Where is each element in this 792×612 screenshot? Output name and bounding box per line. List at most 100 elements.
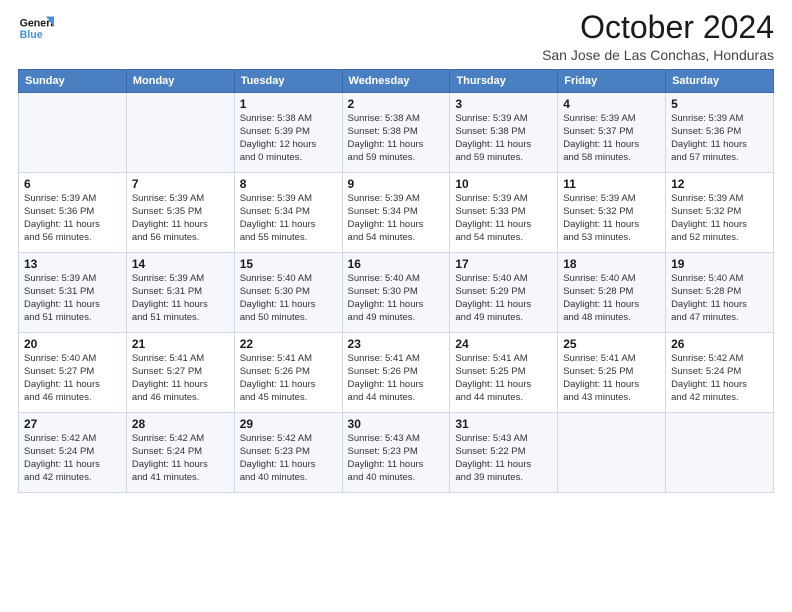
calendar-cell: 30 Sunrise: 5:43 AM Sunset: 5:23 PM Dayli… — [342, 413, 450, 493]
calendar-cell: 19 Sunrise: 5:40 AM Sunset: 5:28 PM Dayli… — [666, 253, 774, 333]
logo-icon: General Blue — [18, 10, 54, 46]
calendar-cell: 23Sunrise: 5:41 AM Sunset: 5:26 PM Dayli… — [342, 333, 450, 413]
title-block: October 2024 San Jose de Las Conchas, Ho… — [542, 10, 774, 63]
day-number: 11 — [563, 177, 660, 191]
day-number: 1 — [240, 97, 337, 111]
day-info: Sunrise: 5:40 AM Sunset: 5:28 PM Dayligh… — [563, 273, 660, 324]
calendar-cell: 20Sunrise: 5:40 AM Sunset: 5:27 PM Dayli… — [19, 333, 127, 413]
day-info: Sunrise: 5:39 AM Sunset: 5:38 PM Dayligh… — [455, 113, 552, 164]
day-number: 27 — [24, 417, 121, 431]
calendar-cell: 14Sunrise: 5:39 AM Sunset: 5:31 PM Dayli… — [126, 253, 234, 333]
calendar-cell: 4 Sunrise: 5:39 AM Sunset: 5:37 PM Daylig… — [558, 93, 666, 173]
day-info: Sunrise: 5:41 AM Sunset: 5:26 PM Dayligh… — [240, 353, 337, 404]
col-header-thursday: Thursday — [450, 70, 558, 93]
col-header-monday: Monday — [126, 70, 234, 93]
calendar-cell: 8 Sunrise: 5:39 AM Sunset: 5:34 PM Daylig… — [234, 173, 342, 253]
calendar-cell: 5Sunrise: 5:39 AM Sunset: 5:36 PM Daylig… — [666, 93, 774, 173]
day-info: Sunrise: 5:39 AM Sunset: 5:33 PM Dayligh… — [455, 193, 552, 244]
calendar-cell: 3Sunrise: 5:39 AM Sunset: 5:38 PM Daylig… — [450, 93, 558, 173]
day-info: Sunrise: 5:41 AM Sunset: 5:26 PM Dayligh… — [348, 353, 445, 404]
day-number: 10 — [455, 177, 552, 191]
svg-text:Blue: Blue — [20, 29, 43, 41]
calendar-cell: 18 Sunrise: 5:40 AM Sunset: 5:28 PM Dayli… — [558, 253, 666, 333]
day-number: 15 — [240, 257, 337, 271]
day-number: 30 — [348, 417, 445, 431]
day-info: Sunrise: 5:39 AM Sunset: 5:32 PM Dayligh… — [671, 193, 768, 244]
day-info: Sunrise: 5:39 AM Sunset: 5:32 PM Dayligh… — [563, 193, 660, 244]
day-number: 18 — [563, 257, 660, 271]
calendar-cell: 24 Sunrise: 5:41 AM Sunset: 5:25 PM Dayli… — [450, 333, 558, 413]
calendar-cell: 12 Sunrise: 5:39 AM Sunset: 5:32 PM Dayli… — [666, 173, 774, 253]
day-number: 13 — [24, 257, 121, 271]
day-info: Sunrise: 5:40 AM Sunset: 5:30 PM Dayligh… — [348, 273, 445, 324]
calendar-cell: 31 Sunrise: 5:43 AM Sunset: 5:22 PM Dayli… — [450, 413, 558, 493]
header: General Blue October 2024 San Jose de La… — [18, 10, 774, 63]
day-number: 4 — [563, 97, 660, 111]
day-number: 12 — [671, 177, 768, 191]
col-header-tuesday: Tuesday — [234, 70, 342, 93]
day-number: 7 — [132, 177, 229, 191]
calendar-cell: 21 Sunrise: 5:41 AM Sunset: 5:27 PM Dayli… — [126, 333, 234, 413]
day-info: Sunrise: 5:42 AM Sunset: 5:23 PM Dayligh… — [240, 433, 337, 484]
calendar-cell: 28Sunrise: 5:42 AM Sunset: 5:24 PM Dayli… — [126, 413, 234, 493]
day-info: Sunrise: 5:38 AM Sunset: 5:38 PM Dayligh… — [348, 113, 445, 164]
week-row-2: 13 Sunrise: 5:39 AM Sunset: 5:31 PM Dayli… — [19, 253, 774, 333]
calendar-cell: 29 Sunrise: 5:42 AM Sunset: 5:23 PM Dayli… — [234, 413, 342, 493]
week-row-0: 1 Sunrise: 5:38 AM Sunset: 5:39 PM Daylig… — [19, 93, 774, 173]
day-number: 19 — [671, 257, 768, 271]
day-info: Sunrise: 5:41 AM Sunset: 5:27 PM Dayligh… — [132, 353, 229, 404]
day-number: 24 — [455, 337, 552, 351]
calendar-cell — [19, 93, 127, 173]
day-info: Sunrise: 5:42 AM Sunset: 5:24 PM Dayligh… — [24, 433, 121, 484]
day-info: Sunrise: 5:39 AM Sunset: 5:36 PM Dayligh… — [671, 113, 768, 164]
calendar-cell: 15 Sunrise: 5:40 AM Sunset: 5:30 PM Dayli… — [234, 253, 342, 333]
month-title: October 2024 — [542, 10, 774, 45]
day-info: Sunrise: 5:41 AM Sunset: 5:25 PM Dayligh… — [455, 353, 552, 404]
calendar-cell: 25Sunrise: 5:41 AM Sunset: 5:25 PM Dayli… — [558, 333, 666, 413]
day-info: Sunrise: 5:40 AM Sunset: 5:28 PM Dayligh… — [671, 273, 768, 324]
day-number: 16 — [348, 257, 445, 271]
calendar-cell: 7Sunrise: 5:39 AM Sunset: 5:35 PM Daylig… — [126, 173, 234, 253]
logo: General Blue — [18, 10, 54, 46]
day-info: Sunrise: 5:43 AM Sunset: 5:23 PM Dayligh… — [348, 433, 445, 484]
col-header-friday: Friday — [558, 70, 666, 93]
day-info: Sunrise: 5:39 AM Sunset: 5:31 PM Dayligh… — [132, 273, 229, 324]
calendar-cell: 10 Sunrise: 5:39 AM Sunset: 5:33 PM Dayli… — [450, 173, 558, 253]
week-row-4: 27 Sunrise: 5:42 AM Sunset: 5:24 PM Dayli… — [19, 413, 774, 493]
day-info: Sunrise: 5:38 AM Sunset: 5:39 PM Dayligh… — [240, 113, 337, 164]
calendar-cell: 22Sunrise: 5:41 AM Sunset: 5:26 PM Dayli… — [234, 333, 342, 413]
col-header-saturday: Saturday — [666, 70, 774, 93]
day-number: 6 — [24, 177, 121, 191]
day-number: 31 — [455, 417, 552, 431]
day-info: Sunrise: 5:40 AM Sunset: 5:27 PM Dayligh… — [24, 353, 121, 404]
week-row-3: 20Sunrise: 5:40 AM Sunset: 5:27 PM Dayli… — [19, 333, 774, 413]
day-number: 8 — [240, 177, 337, 191]
calendar-cell: 26Sunrise: 5:42 AM Sunset: 5:24 PM Dayli… — [666, 333, 774, 413]
day-number: 28 — [132, 417, 229, 431]
calendar-cell — [126, 93, 234, 173]
calendar-cell: 17Sunrise: 5:40 AM Sunset: 5:29 PM Dayli… — [450, 253, 558, 333]
day-info: Sunrise: 5:43 AM Sunset: 5:22 PM Dayligh… — [455, 433, 552, 484]
calendar-cell: 27 Sunrise: 5:42 AM Sunset: 5:24 PM Dayli… — [19, 413, 127, 493]
day-number: 26 — [671, 337, 768, 351]
col-header-wednesday: Wednesday — [342, 70, 450, 93]
day-info: Sunrise: 5:39 AM Sunset: 5:37 PM Dayligh… — [563, 113, 660, 164]
day-info: Sunrise: 5:39 AM Sunset: 5:34 PM Dayligh… — [348, 193, 445, 244]
day-number: 29 — [240, 417, 337, 431]
header-row: SundayMondayTuesdayWednesdayThursdayFrid… — [19, 70, 774, 93]
day-number: 17 — [455, 257, 552, 271]
calendar-cell: 6Sunrise: 5:39 AM Sunset: 5:36 PM Daylig… — [19, 173, 127, 253]
day-info: Sunrise: 5:39 AM Sunset: 5:34 PM Dayligh… — [240, 193, 337, 244]
col-header-sunday: Sunday — [19, 70, 127, 93]
calendar-table: SundayMondayTuesdayWednesdayThursdayFrid… — [18, 69, 774, 493]
day-number: 21 — [132, 337, 229, 351]
calendar-cell: 16 Sunrise: 5:40 AM Sunset: 5:30 PM Dayli… — [342, 253, 450, 333]
location-title: San Jose de Las Conchas, Honduras — [542, 47, 774, 63]
calendar-cell: 2Sunrise: 5:38 AM Sunset: 5:38 PM Daylig… — [342, 93, 450, 173]
calendar-cell: 1 Sunrise: 5:38 AM Sunset: 5:39 PM Daylig… — [234, 93, 342, 173]
day-info: Sunrise: 5:39 AM Sunset: 5:31 PM Dayligh… — [24, 273, 121, 324]
calendar-cell — [666, 413, 774, 493]
day-number: 25 — [563, 337, 660, 351]
calendar-cell: 11 Sunrise: 5:39 AM Sunset: 5:32 PM Dayli… — [558, 173, 666, 253]
day-info: Sunrise: 5:40 AM Sunset: 5:30 PM Dayligh… — [240, 273, 337, 324]
